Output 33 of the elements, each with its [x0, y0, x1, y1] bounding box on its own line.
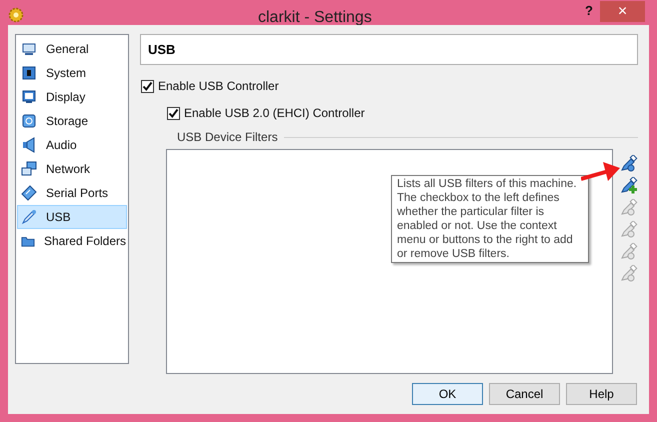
connector-icon: [21, 185, 37, 201]
sidebar-item[interactable]: Display: [17, 85, 127, 109]
chip-icon: [21, 65, 37, 81]
checkbox-label[interactable]: Enable USB 2.0 (EHCI) Controller: [184, 104, 365, 122]
gear-icon: [8, 7, 24, 23]
sidebar-item[interactable]: Serial Ports: [17, 181, 127, 205]
sidebar-item[interactable]: Network: [17, 157, 127, 181]
usb-plus-button[interactable]: [620, 177, 638, 195]
sidebar-item[interactable]: Storage: [17, 109, 127, 133]
window-title: clarkit - Settings: [258, 8, 372, 28]
checkbox[interactable]: [167, 106, 180, 120]
dialog-button[interactable]: OK: [412, 383, 483, 405]
monitor-icon: [21, 41, 37, 57]
checkbox-label[interactable]: Enable USB Controller: [158, 77, 279, 95]
sidebar-item[interactable]: System: [17, 61, 127, 85]
checkbox[interactable]: [141, 80, 154, 92]
tooltip: Lists all USB filters of this machine. The checkbox to the left defines whether the particular filter is enabled or not. Use the context menu or buttons to the right to add or remove USB filters.: [391, 175, 589, 263]
dialog-button[interactable]: Help: [566, 383, 637, 405]
usb-plug-button[interactable]: [620, 155, 638, 173]
sidebar-item[interactable]: USB: [17, 205, 127, 229]
close-button[interactable]: ×: [600, 1, 645, 22]
speaker-icon: [21, 137, 37, 153]
network-icon: [21, 161, 37, 177]
page-title: USB: [148, 40, 176, 59]
display-icon: [21, 89, 37, 105]
usb-plug-icon: [21, 209, 37, 225]
sidebar-item[interactable]: Audio: [17, 133, 127, 157]
help-button[interactable]: ?: [578, 0, 600, 22]
arrow-drawing: [581, 159, 621, 183]
section-title: USB Device Filters: [177, 129, 278, 146]
sidebar-item[interactable]: General: [17, 37, 127, 61]
dialog-button[interactable]: Cancel: [489, 383, 560, 405]
sidebar-item[interactable]: Shared Folders: [17, 229, 127, 253]
